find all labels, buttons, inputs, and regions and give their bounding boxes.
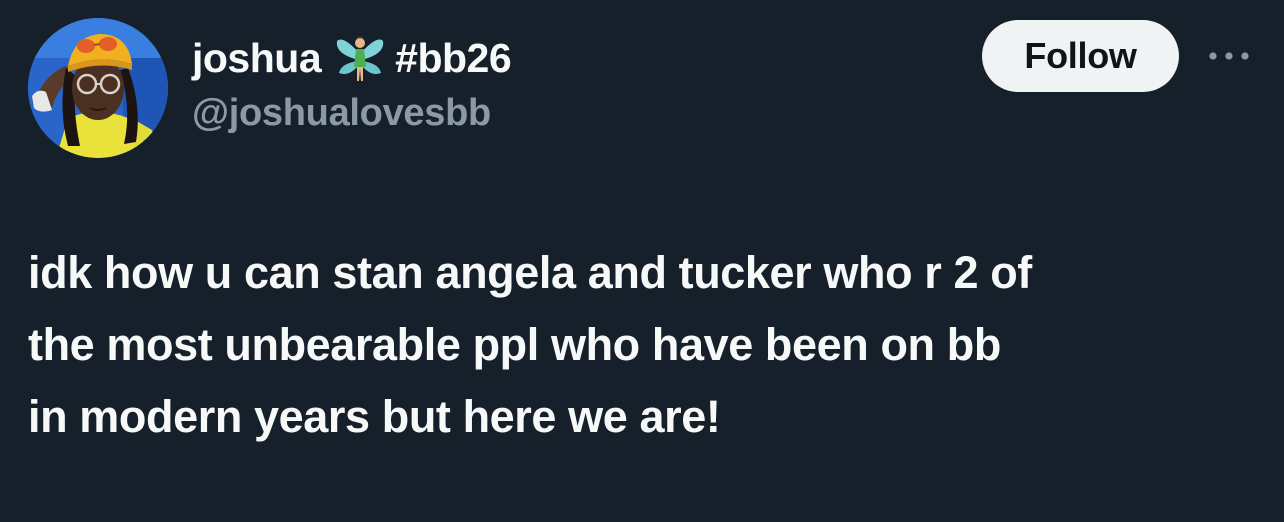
avatar-image — [28, 18, 168, 158]
fairy-icon — [335, 31, 385, 85]
name-row: joshua #bb26 — [192, 30, 512, 86]
hashtag: #bb26 — [395, 34, 512, 81]
follow-button[interactable]: Follow — [982, 20, 1179, 92]
display-name[interactable]: joshua — [192, 35, 322, 82]
tweet-text: idk how u can stan angela and tucker who… — [28, 247, 1032, 442]
user-handle[interactable]: @joshualovesbb — [192, 92, 491, 135]
tweet-card: joshua #bb26 @joshualovesbb Follow idk h… — [0, 0, 1284, 522]
more-icon[interactable] — [1204, 44, 1254, 68]
avatar[interactable] — [28, 18, 168, 158]
